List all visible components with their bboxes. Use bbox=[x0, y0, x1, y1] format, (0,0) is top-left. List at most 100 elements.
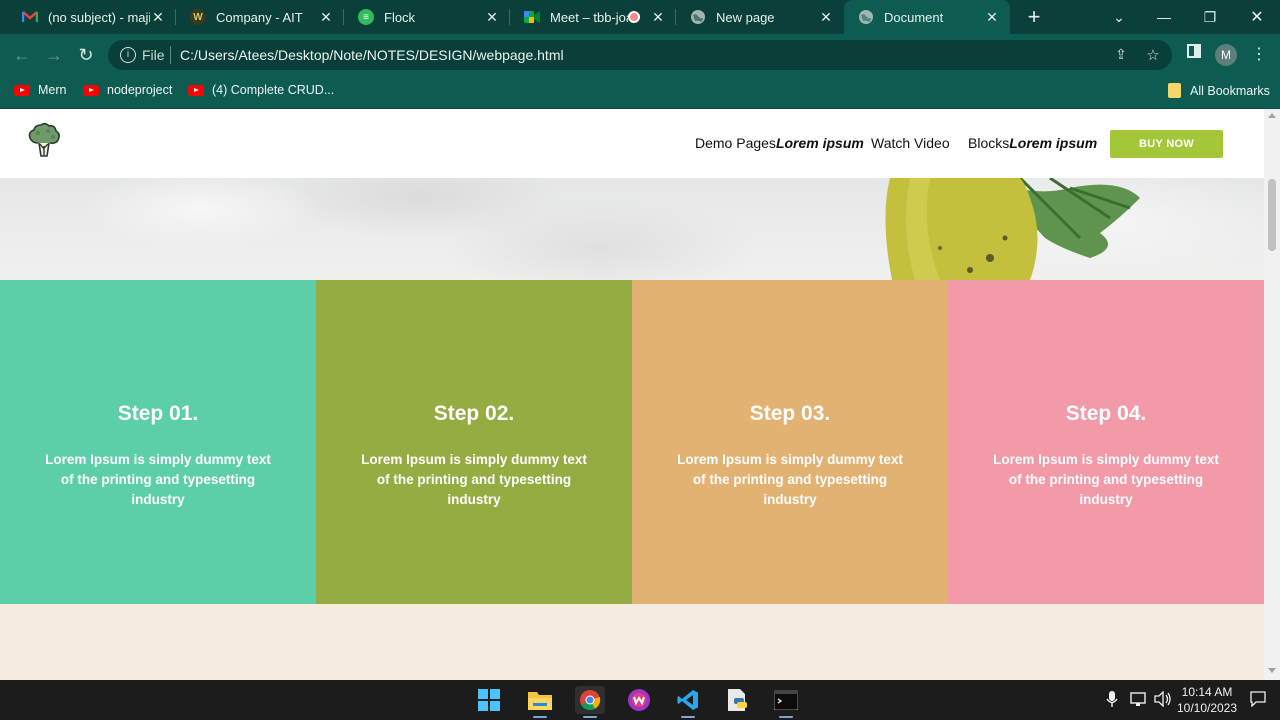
step-text: Lorem Ipsum is simply dummy text of the … bbox=[361, 452, 587, 507]
python-file-icon[interactable] bbox=[722, 686, 752, 714]
scheme-label: File bbox=[142, 47, 165, 63]
youtube-icon bbox=[188, 84, 204, 96]
nav-label: Blocks bbox=[968, 135, 1010, 151]
step-title: Step 03. bbox=[749, 402, 831, 425]
file-explorer-icon[interactable] bbox=[525, 686, 555, 718]
step-card-4: Step 04. Lorem Ipsum is simply dummy tex… bbox=[948, 280, 1264, 604]
step-card-3: Step 03. Lorem Ipsum is simply dummy tex… bbox=[632, 280, 948, 604]
tab-search-chevron-icon[interactable]: ⌄ bbox=[1096, 0, 1142, 34]
step-title: Step 01. bbox=[117, 402, 199, 425]
menu-icon[interactable]: ⋮ bbox=[1248, 44, 1270, 66]
clock[interactable]: 10:14 AM 10/10/2023 bbox=[1172, 684, 1242, 716]
close-icon[interactable]: ✕ bbox=[818, 9, 834, 26]
terminal-icon[interactable] bbox=[771, 686, 801, 718]
meet-icon bbox=[524, 9, 540, 25]
minimize-button[interactable]: — bbox=[1141, 0, 1187, 34]
close-icon[interactable]: ✕ bbox=[150, 9, 166, 26]
pear-illustration bbox=[885, 178, 1140, 280]
step-card-1: Step 01. Lorem Ipsum is simply dummy tex… bbox=[0, 280, 316, 604]
company-icon: W bbox=[190, 9, 206, 25]
bookmark-nodeproject[interactable]: nodeproject bbox=[83, 83, 172, 97]
tab-company[interactable]: W Company - AIT ✕ bbox=[176, 0, 344, 34]
bookmark-crud[interactable]: (4) Complete CRUD... bbox=[188, 83, 334, 97]
wps-office-icon[interactable] bbox=[624, 686, 654, 714]
address-bar[interactable]: i File C:/Users/Atees/Desktop/Note/NOTES… bbox=[108, 40, 1172, 70]
windows-start-icon[interactable] bbox=[474, 686, 504, 714]
new-tab-button[interactable]: + bbox=[1022, 4, 1046, 30]
close-icon[interactable]: ✕ bbox=[650, 9, 666, 26]
scroll-thumb[interactable] bbox=[1268, 179, 1276, 251]
site-header: Demo PagesLorem ipsum Watch Video Blocks… bbox=[0, 109, 1264, 178]
nav-label: Demo Pages bbox=[695, 135, 776, 151]
page-viewport: Demo PagesLorem ipsum Watch Video Blocks… bbox=[0, 109, 1280, 680]
clock-time: 10:14 AM bbox=[1181, 685, 1233, 699]
globe-icon bbox=[690, 9, 706, 25]
bookmark-label: nodeproject bbox=[107, 83, 173, 97]
close-icon[interactable]: ✕ bbox=[484, 9, 500, 26]
tab-gmail[interactable]: (no subject) - majit ✕ bbox=[8, 0, 176, 34]
tab-title: (no subject) - majit bbox=[48, 9, 150, 25]
tab-title: Company - AIT bbox=[216, 9, 303, 25]
back-button[interactable]: ← bbox=[10, 43, 34, 67]
folder-icon bbox=[1168, 83, 1181, 98]
tab-document[interactable]: Document ✕ bbox=[844, 0, 1010, 34]
running-indicator bbox=[533, 716, 547, 718]
restore-button[interactable]: ❐ bbox=[1187, 0, 1233, 34]
nav-label: Watch Video bbox=[871, 135, 950, 151]
chrome-icon[interactable] bbox=[575, 686, 605, 718]
side-panel-icon[interactable] bbox=[1183, 44, 1205, 66]
star-icon[interactable]: ☆ bbox=[1144, 46, 1162, 64]
nav-label-italic: Lorem ipsum bbox=[1009, 135, 1098, 151]
reload-button[interactable]: ↻ bbox=[74, 43, 98, 67]
hero-image bbox=[0, 178, 1264, 280]
step-title: Step 02. bbox=[433, 402, 515, 425]
microphone-icon[interactable] bbox=[1106, 691, 1118, 712]
tab-new-page[interactable]: New page ✕ bbox=[676, 0, 844, 34]
all-bookmarks[interactable]: All Bookmarks bbox=[1168, 83, 1270, 98]
close-icon[interactable]: ✕ bbox=[318, 9, 334, 26]
scroll-down-arrow-icon[interactable] bbox=[1268, 668, 1276, 673]
broccoli-logo-icon[interactable] bbox=[24, 121, 64, 161]
info-icon[interactable]: i bbox=[120, 47, 136, 63]
running-indicator bbox=[779, 716, 793, 718]
step-text: Lorem Ipsum is simply dummy text of the … bbox=[677, 452, 903, 507]
profile-avatar[interactable]: M bbox=[1215, 44, 1237, 66]
youtube-icon bbox=[83, 84, 99, 96]
all-bookmarks-label: All Bookmarks bbox=[1190, 83, 1270, 98]
scroll-up-arrow-icon[interactable] bbox=[1268, 113, 1276, 118]
running-indicator bbox=[681, 716, 695, 718]
tab-title: Document bbox=[884, 9, 944, 25]
forward-button[interactable]: → bbox=[42, 43, 66, 67]
page-scrollbar[interactable] bbox=[1264, 109, 1280, 680]
tab-meet[interactable]: Meet – tbb-joa ✕ bbox=[510, 0, 676, 34]
tab-title: Flock bbox=[384, 9, 416, 25]
step-text: Lorem Ipsum is simply dummy text of the … bbox=[993, 452, 1219, 507]
tab-flock[interactable]: ≡ Flock ✕ bbox=[344, 0, 510, 34]
nav-demo-pages[interactable]: Demo PagesLorem ipsum bbox=[695, 135, 864, 151]
nav-watch-video[interactable]: Watch Video bbox=[871, 135, 950, 151]
notification-icon[interactable] bbox=[1250, 691, 1266, 710]
tab-strip: (no subject) - majit ✕ W Company - AIT ✕… bbox=[0, 0, 1280, 34]
close-icon[interactable]: ✕ bbox=[984, 9, 1000, 26]
volume-icon[interactable] bbox=[1154, 690, 1172, 710]
divider bbox=[170, 46, 171, 64]
recording-icon bbox=[628, 11, 640, 23]
bookmark-mern[interactable]: Mern bbox=[14, 83, 66, 97]
tab-title: New page bbox=[716, 9, 775, 25]
gmail-icon bbox=[22, 9, 38, 25]
youtube-icon bbox=[14, 84, 30, 96]
running-indicator bbox=[583, 716, 597, 718]
network-icon[interactable] bbox=[1130, 692, 1148, 711]
buy-now-button[interactable]: BUY NOW bbox=[1110, 130, 1223, 158]
close-window-button[interactable]: ✕ bbox=[1234, 0, 1280, 34]
browser-toolbar: ← → ↻ i File C:/Users/Atees/Desktop/Note… bbox=[0, 34, 1280, 76]
nav-label-italic: Lorem ipsum bbox=[775, 135, 864, 151]
nav-blocks[interactable]: BlocksLorem ipsum bbox=[968, 135, 1097, 151]
share-icon[interactable]: ⇪ bbox=[1112, 46, 1130, 64]
bookmark-label: Mern bbox=[38, 83, 67, 97]
url-text: C:/Users/Atees/Desktop/Note/NOTES/DESIGN… bbox=[180, 47, 564, 63]
steps-section: Step 01. Lorem Ipsum is simply dummy tex… bbox=[0, 280, 1264, 604]
step-text: Lorem Ipsum is simply dummy text of the … bbox=[45, 452, 271, 507]
vscode-icon[interactable] bbox=[673, 686, 703, 718]
clock-date: 10/10/2023 bbox=[1176, 701, 1238, 715]
